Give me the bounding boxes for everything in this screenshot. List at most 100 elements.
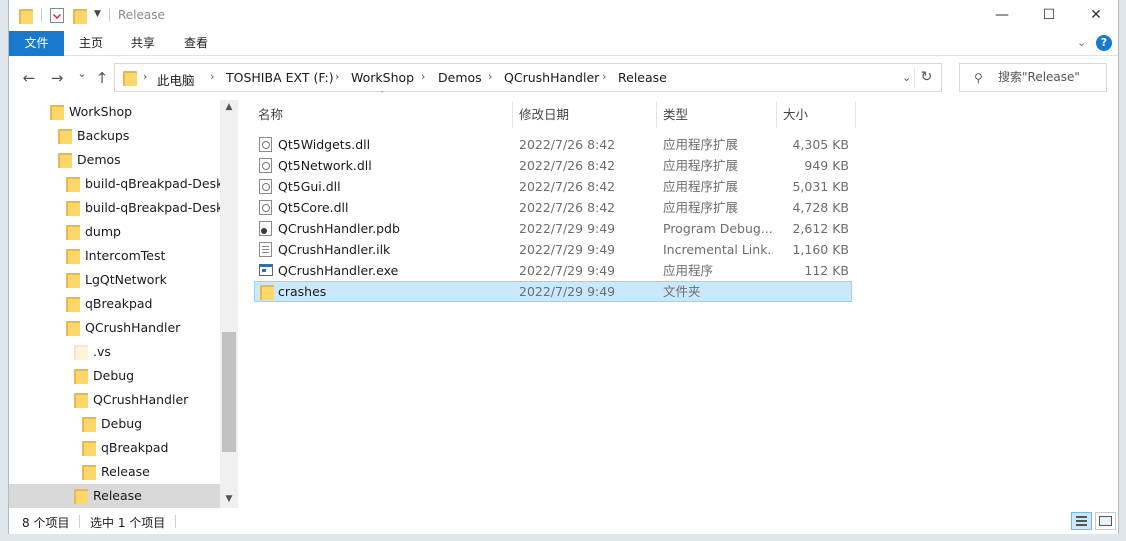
close-button[interactable]: ✕ [1073, 0, 1119, 31]
scroll-up-icon[interactable]: ▲ [220, 102, 238, 112]
breadcrumb-this-pc[interactable]: 此电脑 [157, 70, 195, 89]
tree-item-build-2[interactable]: build-qBreakpad-Desk [9, 196, 223, 220]
tab-home[interactable]: 主页 [69, 31, 113, 56]
column-divider[interactable] [656, 102, 657, 128]
chevron-down-icon[interactable]: ⌄ [1077, 36, 1086, 49]
tree-item-qbreakpad[interactable]: qBreakpad [9, 292, 220, 316]
address-history-icon[interactable]: ⌄ [902, 71, 911, 84]
breadcrumb-drive[interactable]: TOSHIBA EXT (F:) [226, 70, 334, 85]
chevron-right-icon[interactable]: › [421, 70, 425, 83]
chevron-right-icon[interactable]: › [210, 70, 214, 83]
column-header-name[interactable]: 名称 [258, 100, 283, 130]
column-divider[interactable] [776, 102, 777, 128]
breadcrumb-workshop[interactable]: WorkShop [351, 70, 414, 85]
search-box[interactable]: ⚲ [959, 63, 1107, 92]
hidden-folder-icon [74, 344, 88, 360]
dll-file-icon [259, 137, 272, 152]
tree-item-release-sub[interactable]: Release [9, 460, 220, 484]
tree-item-lgqtnetwork[interactable]: LgQtNetwork [9, 268, 220, 292]
recent-locations-button[interactable]: ⌄ [71, 64, 93, 84]
tree-item-label: QCrushHandler [93, 392, 189, 407]
tree-item-label: IntercomTest [85, 248, 166, 263]
tree-item-debug[interactable]: Debug [9, 364, 220, 388]
customize-toolbar-icon[interactable]: ▼ [94, 9, 101, 19]
chevron-right-icon[interactable]: › [602, 70, 606, 83]
tree-item-label: qBreakpad [101, 440, 169, 455]
up-button[interactable]: ↑ [91, 68, 113, 88]
tree-item-label: WorkShop [69, 104, 133, 119]
tree-item-intercomtest[interactable]: IntercomTest [9, 244, 220, 268]
refresh-button[interactable]: ↻ [914, 67, 938, 88]
tree-item-label: dump [85, 224, 121, 239]
folder-icon [123, 70, 137, 86]
dll-file-icon [259, 200, 272, 215]
column-header-type[interactable]: 类型 [663, 100, 688, 130]
status-bar: 8 个项目 选中 1 个项目 [9, 508, 1118, 534]
folder-icon [66, 200, 80, 216]
tree-item-vs[interactable]: .vs [9, 340, 220, 364]
file-row[interactable]: Qt5Network.dll 2022/7/26 8:42 应用程序扩展 949… [254, 155, 852, 176]
file-name: QCrushHandler.exe [278, 263, 399, 278]
properties-icon[interactable] [50, 8, 64, 23]
file-row[interactable]: Qt5Core.dll 2022/7/26 8:42 应用程序扩展 4,728 … [254, 197, 852, 218]
file-row[interactable]: QCrushHandler.exe 2022/7/29 9:49 应用程序 11… [254, 260, 852, 281]
details-view-button[interactable] [1071, 512, 1092, 530]
tree-item-qcrushhandler[interactable]: QCrushHandler [9, 316, 220, 340]
chevron-right-icon[interactable]: › [143, 70, 147, 83]
dll-file-icon [259, 179, 272, 194]
column-header-size[interactable]: 大小 [783, 100, 808, 130]
file-size: 5,031 KB [792, 179, 849, 194]
chevron-right-icon[interactable]: › [335, 70, 339, 83]
help-button[interactable]: ? [1096, 35, 1112, 51]
column-divider[interactable] [512, 102, 513, 128]
file-row[interactable]: QCrushHandler.pdb 2022/7/29 9:49 Program… [254, 218, 852, 239]
chevron-right-icon[interactable]: › [488, 70, 492, 83]
tree-item-demos[interactable]: Demos [9, 148, 220, 172]
file-row[interactable]: QCrushHandler.ilk 2022/7/29 9:49 Increme… [254, 239, 852, 260]
tab-file[interactable]: 文件 [9, 31, 64, 56]
tree-item-qbreakpad-sub[interactable]: qBreakpad [9, 436, 220, 460]
column-header-date[interactable]: 修改日期 [519, 100, 569, 130]
file-row[interactable]: Qt5Gui.dll 2022/7/26 8:42 应用程序扩展 5,031 K… [254, 176, 852, 197]
scrollbar-thumb[interactable] [222, 332, 236, 452]
tree-item-backups[interactable]: Backups [9, 124, 220, 148]
tree-item-dump[interactable]: dump [9, 220, 220, 244]
forward-button[interactable]: → [46, 68, 68, 88]
file-type: 文件夹 [663, 284, 701, 299]
scroll-down-icon[interactable]: ▼ [220, 494, 238, 504]
file-type: 应用程序扩展 [663, 200, 739, 215]
breadcrumb-qcrushhandler[interactable]: QCrushHandler [504, 70, 599, 85]
large-icons-view-button[interactable] [1095, 512, 1116, 530]
tree-item-release[interactable]: Release [9, 484, 220, 508]
tree-item-label: Release [101, 464, 150, 479]
tree-item-debug-sub[interactable]: Debug [9, 412, 220, 436]
minimize-button[interactable]: — [979, 0, 1025, 31]
tree-item-label: .vs [93, 344, 111, 359]
address-bar[interactable]: › 此电脑 › TOSHIBA EXT (F:) › WorkShop › De… [114, 63, 942, 92]
breadcrumb-demos[interactable]: Demos [438, 70, 482, 85]
window-title: Release [118, 8, 165, 22]
explorer-window: ▼ Release — ☐ ✕ 文件 主页 共享 查看 ⌄ ? ← → ⌄ ↑ … [8, 0, 1119, 534]
search-input[interactable] [998, 70, 1098, 84]
file-type: Incremental Link... [663, 242, 773, 257]
folder-icon [66, 320, 80, 336]
tab-view[interactable]: 查看 [174, 31, 218, 56]
tree-item-workshop[interactable]: WorkShop [9, 100, 220, 124]
folder-icon [74, 368, 88, 384]
breadcrumb-release[interactable]: Release [618, 70, 667, 85]
tree-item-qcrushhandler-sub[interactable]: QCrushHandler [9, 388, 220, 412]
tree-item-build-1[interactable]: build-qBreakpad-Desk [9, 172, 223, 196]
file-row-selected[interactable]: crashes 2022/7/29 9:49 文件夹 [254, 281, 852, 302]
column-divider[interactable] [855, 102, 856, 128]
tree-scrollbar[interactable]: ▲ ▼ [220, 100, 238, 508]
file-date: 2022/7/29 9:49 [519, 242, 616, 257]
back-button[interactable]: ← [18, 68, 40, 88]
maximize-button[interactable]: ☐ [1026, 0, 1072, 31]
file-type: Program Debug... [663, 221, 773, 236]
tab-share[interactable]: 共享 [121, 31, 165, 56]
new-folder-icon[interactable] [73, 8, 87, 24]
file-row[interactable]: Qt5Widgets.dll 2022/7/26 8:42 应用程序扩展 4,3… [254, 134, 852, 155]
file-name: Qt5Widgets.dll [278, 137, 371, 152]
folder-icon [82, 464, 96, 480]
folder-icon [19, 8, 33, 24]
